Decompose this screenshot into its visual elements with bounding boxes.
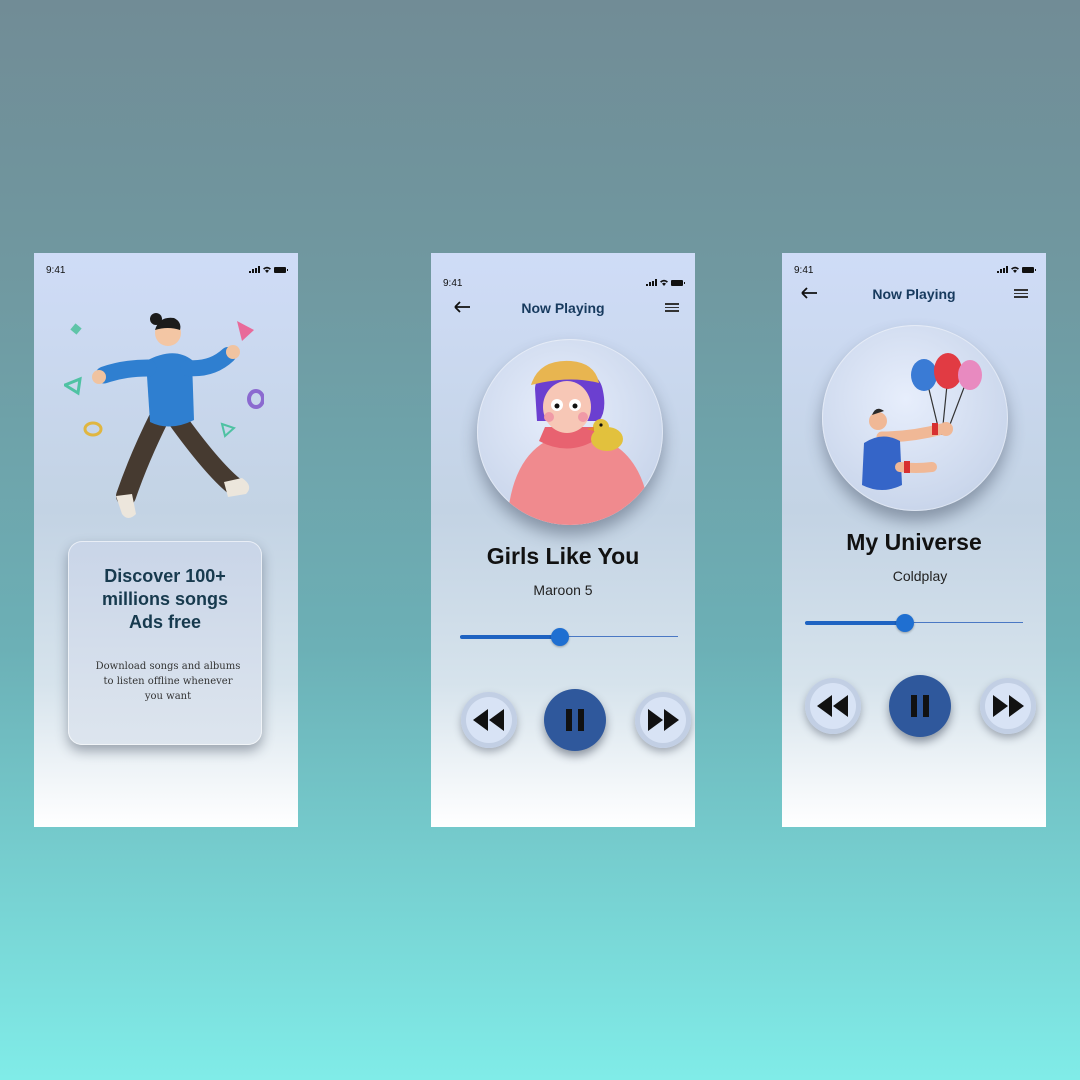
fast-forward-button[interactable] — [980, 678, 1036, 734]
status-time: 9:41 — [46, 265, 66, 276]
status-icons — [249, 266, 288, 273]
status-icons — [997, 266, 1036, 273]
pause-icon — [911, 695, 929, 717]
dancing-person-illustration — [64, 313, 264, 518]
wifi-icon — [263, 266, 271, 273]
battery-icon — [671, 279, 685, 286]
rewind-button[interactable] — [805, 678, 861, 734]
rewind-icon — [473, 709, 504, 731]
battery-icon — [1022, 266, 1036, 273]
onboarding-description: Download songs and albums to listen offl… — [95, 661, 241, 702]
header-title: Now Playing — [872, 286, 956, 302]
wifi-icon — [660, 279, 668, 286]
album-art — [477, 339, 663, 525]
player-header: Now Playing — [431, 297, 695, 321]
artist-name: Coldplay — [892, 568, 948, 584]
progress-slider[interactable] — [460, 628, 678, 646]
now-playing-screen-1: 9:41 Now Playing Girls Like You Maroon 5 — [431, 253, 695, 827]
onboarding-heading: Discover 100+ millions songs Ads free — [101, 566, 229, 632]
status-time: 9:41 — [794, 265, 814, 276]
pause-button[interactable] — [544, 689, 606, 751]
now-playing-screen-2: 9:41 Now Playing My Universe Coldplay — [782, 253, 1046, 827]
wifi-icon — [1011, 266, 1019, 273]
song-title: My Universe — [846, 529, 982, 555]
progress-fill — [805, 621, 906, 625]
signal-icon — [997, 266, 1008, 273]
battery-icon — [274, 266, 288, 273]
onboarding-card: Discover 100+ millions songs Ads free Do… — [68, 541, 262, 745]
status-time: 9:41 — [443, 278, 463, 289]
status-icons — [646, 279, 685, 286]
boy-with-balloons-illustration — [862, 353, 982, 490]
signal-icon — [646, 279, 657, 286]
rewind-button[interactable] — [461, 692, 517, 748]
onboarding-screen: 9:41 Discover 100+ millions songs Ads fr… — [34, 253, 298, 827]
artist-name: Maroon 5 — [533, 582, 593, 598]
fast-forward-icon — [993, 695, 1024, 717]
progress-knob[interactable] — [551, 628, 570, 646]
progress-fill — [460, 635, 561, 639]
song-title: Girls Like You — [486, 543, 640, 569]
progress-knob[interactable] — [896, 614, 915, 632]
signal-icon — [249, 266, 260, 273]
rewind-icon — [817, 695, 848, 717]
fast-forward-button[interactable] — [635, 692, 691, 748]
fast-forward-icon — [648, 709, 679, 731]
player-header: Now Playing — [782, 283, 1046, 307]
menu-icon[interactable] — [1014, 287, 1028, 301]
menu-icon[interactable] — [665, 301, 679, 315]
girl-with-bird-illustration — [507, 360, 645, 525]
pause-icon — [566, 709, 584, 731]
header-title: Now Playing — [521, 300, 605, 316]
progress-slider[interactable] — [805, 614, 1023, 632]
album-art — [822, 325, 1008, 511]
pause-button[interactable] — [889, 675, 951, 737]
